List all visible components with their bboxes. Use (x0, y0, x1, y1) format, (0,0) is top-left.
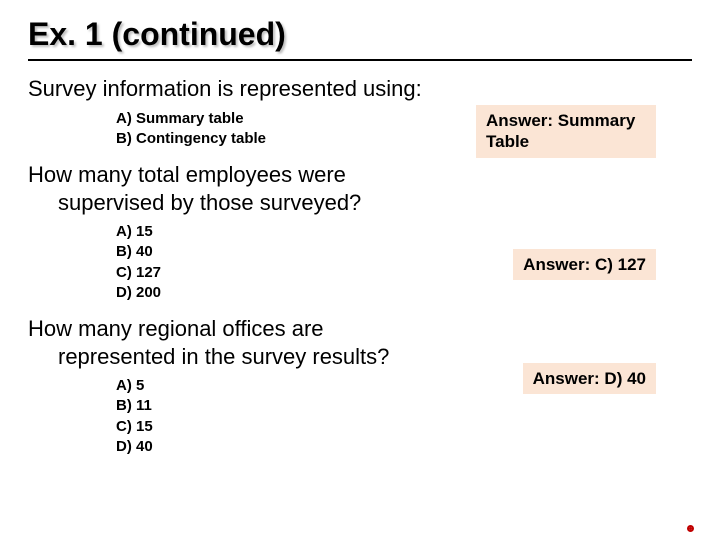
q2-line2: supervised by those surveyed? (34, 189, 458, 217)
q1-option-a: A) Summary table (116, 109, 458, 129)
q1-option-b: B) Contingency table (116, 129, 458, 149)
q2-option-d: D) 200 (116, 283, 458, 303)
question-1-text: Survey information is represented using: (28, 75, 458, 103)
question-3-text: How many regional offices are represente… (28, 315, 458, 370)
answer-box-1: Answer: Summary Table (476, 105, 656, 158)
q3-option-b: B) 11 (116, 396, 458, 416)
content-area: Survey information is represented using:… (28, 75, 692, 457)
slide-title: Ex. 1 (continued) (28, 16, 692, 53)
q3-line2: represented in the survey results? (34, 343, 458, 371)
left-column: Survey information is represented using:… (28, 75, 458, 457)
q3-line1: How many regional offices are (28, 316, 324, 341)
question-2-options: A) 15 B) 40 C) 127 D) 200 (28, 222, 458, 303)
q3-option-d: D) 40 (116, 437, 458, 457)
q3-option-c: C) 15 (116, 417, 458, 437)
answer-box-3: Answer: D) 40 (523, 363, 656, 394)
q2-option-b: B) 40 (116, 242, 458, 262)
question-3-options: A) 5 B) 11 C) 15 D) 40 (28, 376, 458, 457)
title-underline (28, 59, 692, 61)
question-1-options: A) Summary table B) Contingency table (28, 109, 458, 150)
q2-line1: How many total employees were (28, 162, 346, 187)
q2-option-a: A) 15 (116, 222, 458, 242)
slide-marker-icon (687, 525, 694, 532)
q3-option-a: A) 5 (116, 376, 458, 396)
q2-option-c: C) 127 (116, 263, 458, 283)
question-2-text: How many total employees were supervised… (28, 161, 458, 216)
answer-box-2: Answer: C) 127 (513, 249, 656, 280)
